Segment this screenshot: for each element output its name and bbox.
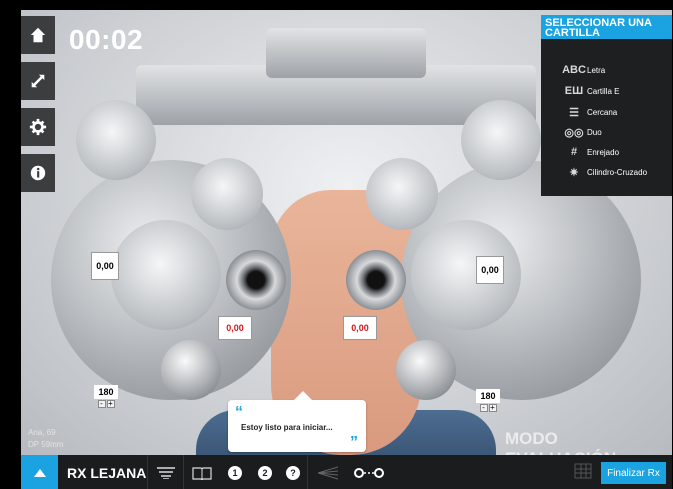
- eye-2-button[interactable]: 2: [251, 455, 279, 489]
- right-sphere-value[interactable]: 0,00: [476, 256, 504, 284]
- left-axis-control: 180 - +: [94, 385, 118, 408]
- left-eyepiece[interactable]: [226, 250, 286, 310]
- info-button[interactable]: [21, 154, 55, 192]
- right-axis-value: 180: [476, 389, 500, 403]
- chart-option-label: Cilindro-Cruzado: [587, 167, 648, 177]
- home-icon: [30, 27, 46, 43]
- help-icon: ?: [286, 465, 300, 480]
- eye-1-button[interactable]: 1: [219, 455, 251, 489]
- right-axis-minus-button[interactable]: -: [479, 404, 488, 412]
- gear-icon: [29, 118, 47, 136]
- letter-chart-icon: ABC: [562, 64, 586, 76]
- near-chart-icon: ☰: [569, 106, 579, 119]
- session-timer: 00:02: [69, 24, 144, 55]
- chart-option-cartilla-e[interactable]: EШ Cartilla E: [561, 82, 620, 100]
- app-frame: 00:02 SELECCIONAR UNA CARTILLA ABC Letra…: [21, 10, 672, 489]
- settings-button[interactable]: [21, 108, 55, 146]
- grid-chart-icon: #: [570, 146, 578, 158]
- left-top-disc: [76, 100, 156, 180]
- book-button[interactable]: [183, 455, 219, 489]
- speech-text: Estoy listo para iniciar...: [241, 423, 333, 432]
- left-axis-knob[interactable]: [161, 340, 221, 400]
- left-upper-dial: [191, 158, 263, 230]
- chart-option-enrejado[interactable]: # Enrejado: [561, 143, 619, 161]
- bottom-toolbar: RX LEJANA 1 2 ? Finalizar Rx: [21, 455, 672, 489]
- chart-selector-panel: SELECCIONAR UNA CARTILLA ABC Letra EШ Ca…: [541, 15, 672, 196]
- number-2-icon: 2: [258, 465, 272, 480]
- fullscreen-button[interactable]: [21, 62, 55, 100]
- duo-chart-icon: ◎◎: [564, 126, 584, 139]
- chart-option-cercana[interactable]: ☰ Cercana: [561, 103, 617, 121]
- right-upper-dial: [366, 158, 438, 230]
- near-lines-icon: [156, 466, 175, 479]
- right-axis-control: 180 - +: [476, 389, 500, 412]
- left-axis-value: 180: [94, 385, 118, 399]
- near-chart-button[interactable]: [147, 455, 183, 489]
- patient-info: Ana, 69 DP 59mm: [28, 427, 63, 451]
- chart-option-cilindro-cruzado[interactable]: ✷ Cilindro-Cruzado: [561, 163, 647, 181]
- eyes-link-icon: [354, 467, 384, 478]
- home-button[interactable]: [21, 16, 55, 54]
- binocular-button[interactable]: [347, 455, 391, 489]
- phoropter-head: [266, 28, 426, 78]
- number-1-icon: 1: [228, 465, 242, 480]
- chart-option-label: Cercana: [587, 107, 618, 117]
- left-cylinder-dial: [111, 220, 221, 330]
- patient-speech-bubble: “ Estoy listo para iniciar... ”: [228, 391, 366, 452]
- chart-option-label: Duo: [587, 127, 602, 137]
- help-button[interactable]: ?: [279, 455, 307, 489]
- rx-mode-label[interactable]: RX LEJANA: [67, 465, 147, 481]
- right-axis-knob[interactable]: [396, 340, 456, 400]
- right-eyepiece[interactable]: [346, 250, 406, 310]
- chart-option-label: Letra: [587, 65, 606, 75]
- close-quote-icon: ”: [350, 434, 358, 451]
- expand-menu-button[interactable]: [21, 455, 58, 489]
- chart-option-letra[interactable]: ABC Letra: [561, 61, 605, 79]
- open-quote-icon: “: [235, 404, 243, 421]
- beam-icon: [317, 466, 338, 479]
- left-axis-minus-button[interactable]: -: [97, 400, 106, 408]
- chart-option-label: Cartilla E: [587, 86, 620, 96]
- left-cylinder-value[interactable]: 0,00: [218, 316, 252, 340]
- right-cylinder-value[interactable]: 0,00: [343, 316, 377, 340]
- right-cylinder-dial: [411, 220, 521, 330]
- left-black-bar: [0, 0, 21, 489]
- triangle-up-icon: [33, 468, 46, 477]
- chart-option-label: Enrejado: [587, 147, 620, 157]
- chart-selector-title: SELECCIONAR UNA CARTILLA: [541, 15, 672, 39]
- beam-button[interactable]: [307, 455, 347, 489]
- info-icon: [30, 165, 46, 181]
- left-axis-plus-button[interactable]: +: [106, 400, 115, 408]
- top-black-bar: [0, 0, 673, 10]
- table-icon: [574, 463, 592, 479]
- expand-icon: [31, 74, 45, 88]
- phoropter-scene: 00:02 SELECCIONAR UNA CARTILLA ABC Letra…: [21, 10, 672, 470]
- book-icon: [191, 466, 212, 480]
- finalize-rx-button[interactable]: Finalizar Rx: [601, 462, 666, 484]
- table-view-button[interactable]: [574, 463, 592, 484]
- right-top-disc: [461, 100, 541, 180]
- patient-dp: DP 59mm: [28, 440, 64, 449]
- chart-option-duo[interactable]: ◎◎ Duo: [561, 123, 602, 141]
- cross-cylinder-icon: ✷: [569, 166, 579, 179]
- left-sphere-value[interactable]: 0,00: [91, 252, 119, 280]
- e-chart-icon: EШ: [564, 85, 584, 97]
- right-axis-plus-button[interactable]: +: [488, 404, 497, 412]
- patient-name: Ana, 69: [28, 428, 56, 437]
